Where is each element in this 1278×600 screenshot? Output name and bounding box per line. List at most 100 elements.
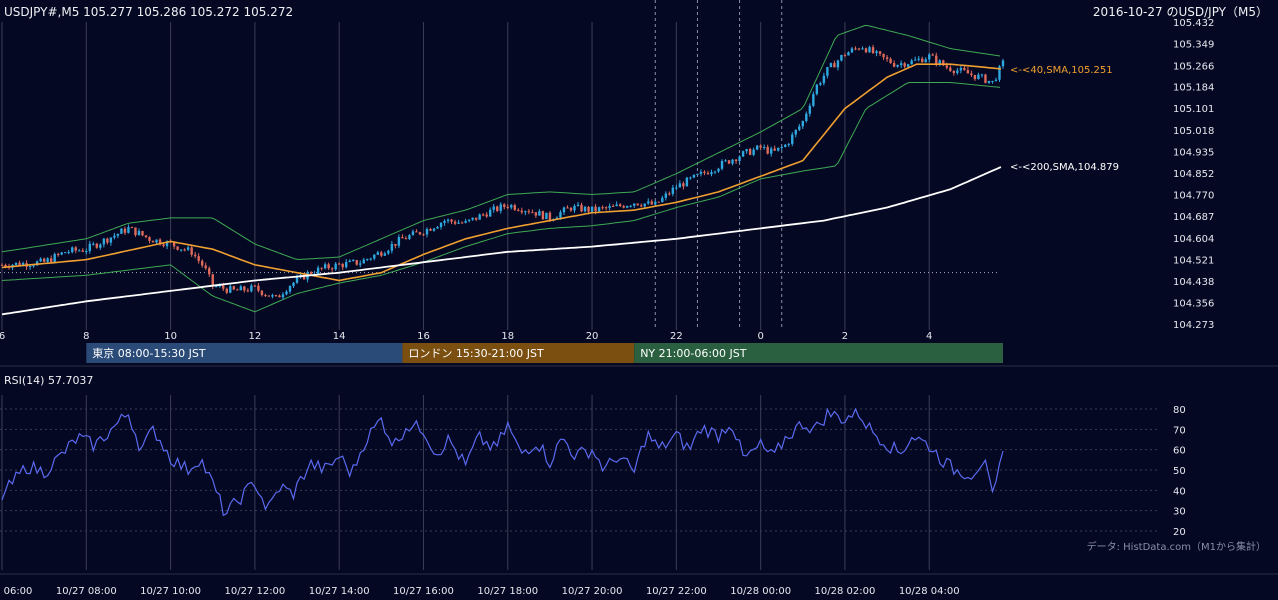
price-tick-label: 105.432 [1173,18,1214,29]
candle-body [710,172,713,175]
candle-body [88,243,92,252]
candle-body [422,234,425,236]
candle-body [819,83,822,85]
hour-tick-label: 22 [670,331,683,342]
candle-body [492,206,495,210]
candle-body [162,244,165,247]
candle-body [28,266,32,268]
candle-body [453,221,457,224]
time-tick-label: 10/27 22:00 [646,586,707,597]
candle-body [952,70,956,73]
candle-body [590,206,594,212]
candle-body [580,204,583,212]
candle-body [42,258,46,262]
candle-body [896,65,899,67]
candle-body [854,48,857,50]
candle-body [106,238,109,243]
candle-body [583,206,587,212]
candle-body [534,212,538,216]
candle-body [524,211,527,213]
candle-body [994,79,998,81]
candle-body [489,209,492,217]
candle-body [984,74,987,83]
hour-tick-label: 4 [926,331,932,342]
candle-body [316,267,320,274]
candle-body [685,177,689,187]
candle-body [471,217,474,220]
candle-body [53,254,56,263]
candle-body [682,183,685,187]
candle-body [664,193,668,198]
candle-body [127,227,130,233]
price-tick-label: 104.356 [1173,298,1214,309]
session-label: NY 21:00-06:00 JST [640,347,747,360]
candle-body [397,237,401,246]
candle-body [478,214,481,220]
candle-body [791,134,794,144]
candle-body [738,156,741,162]
candle-body [970,73,973,75]
candle-body [928,54,931,60]
candle-body [225,288,228,293]
candle-body [604,207,608,209]
candle-body [724,160,727,162]
candle-body [573,205,576,211]
time-tick-label: 10/27 20:00 [562,586,623,597]
candle-body [956,70,959,73]
candle-body [474,217,478,220]
price-tick-label: 104.770 [1173,190,1214,201]
candle-body [959,67,963,71]
candle-body [671,187,675,194]
candle-body [857,48,861,50]
candle-body [95,243,99,248]
price-tick-label: 105.184 [1173,83,1214,94]
candle-body [784,144,787,147]
candle-body [32,265,35,267]
candle-body [348,260,351,262]
time-tick-label: 10/27 16:00 [393,586,454,597]
candle-body [425,228,429,235]
candle-body [636,203,639,206]
session-bar: 東京 08:00-15:30 JST ロンドン 15:30-21:00 JST NY… [86,343,1003,363]
candle-body [762,146,766,148]
hour-tick-label: 18 [501,331,514,342]
candle-body [193,254,197,257]
candle-body [436,227,439,229]
candle-body [601,207,604,209]
candle-body [369,258,372,260]
candle-body [773,148,776,151]
rsi-tick-label: 60 [1173,446,1186,457]
candle-body [481,214,485,216]
candle-body [186,247,190,250]
candle-body [801,121,804,127]
candle-body [734,159,738,162]
candle-body [973,74,977,80]
candle-body [99,244,102,248]
candle-body [243,286,246,291]
candle-body [204,265,207,269]
candle-body [766,146,769,154]
candle-body [450,219,453,222]
candle-body [352,260,355,262]
candle-body [236,289,239,291]
candle-body [257,285,260,291]
candle-body [840,55,843,61]
candle-body [102,238,106,245]
candle-body [949,67,952,71]
candle-body [109,237,113,243]
candle-body [654,201,657,205]
candle-body [376,252,380,255]
candle-body [274,295,278,297]
candle-body [945,65,949,68]
candle-body [457,222,460,224]
candle-body [717,168,720,172]
price-tick-label: 104.438 [1173,277,1214,288]
candle-body [843,55,847,57]
candle-body [812,94,815,106]
candle-body [538,211,541,216]
candle-body [337,263,341,265]
candle-body [144,235,148,238]
time-tick-label: 10/27 18:00 [477,586,538,597]
candle-body [320,267,323,269]
rsi-tick-label: 50 [1173,466,1186,477]
